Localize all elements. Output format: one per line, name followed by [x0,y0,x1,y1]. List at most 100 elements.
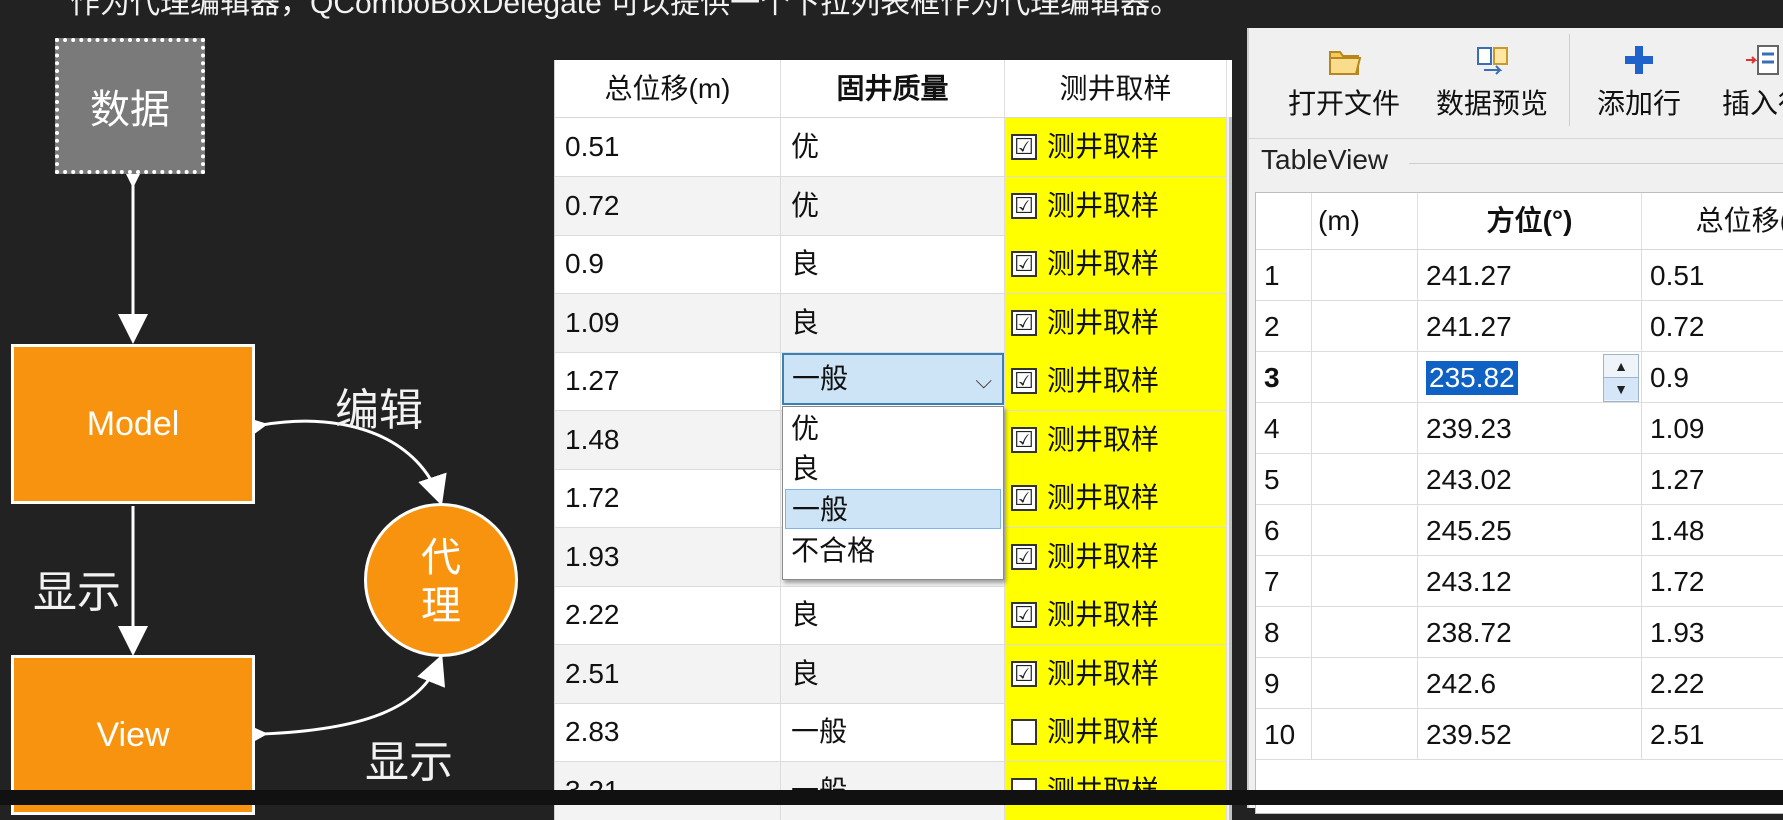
azimuth-cell[interactable]: 245.25 [1418,505,1642,556]
azimuth-cell[interactable]: 243.02 [1418,454,1642,505]
table-row[interactable]: 2.83一般测井取样 [555,703,1232,762]
sampling-cell[interactable]: ☑测井取样 [1005,469,1227,527]
azimuth-spinbox-buttons[interactable]: ▲▼ [1603,354,1639,402]
depth-cell[interactable] [1312,505,1418,556]
table-row[interactable]: 8 238.721.93 [1256,607,1783,658]
sampling-cell[interactable]: ☑测井取样 [1005,352,1227,410]
depth-cell[interactable] [1312,403,1418,454]
col-header-total-displacement[interactable]: 总位移( [1642,193,1783,249]
add-row-button[interactable]: 添加行 [1584,34,1694,130]
depth-cell[interactable] [1312,607,1418,658]
col-header-depth[interactable]: (m) [1312,193,1418,249]
checkbox[interactable]: ☑ [1011,602,1037,628]
displacement-cell[interactable]: 1.09 [555,294,781,352]
depth-cell[interactable] [1312,709,1418,760]
chevron-down-icon[interactable]: ⌵ [975,357,992,405]
col-header-displacement[interactable]: 总位移(m) [555,60,781,117]
total-displacement-cell[interactable]: 1.27 [1642,454,1783,505]
row-header[interactable]: 10 [1256,709,1312,760]
table-row[interactable]: 7243.121.72 [1256,556,1783,607]
sampling-cell[interactable]: ☑测井取样 [1005,411,1227,469]
table-row[interactable]: 0.9良☑测井取样 [555,235,1232,294]
scrollbar-thumb[interactable] [1229,117,1232,820]
checkbox[interactable] [1011,719,1037,745]
table-row[interactable]: 4 239.231.09 [1256,403,1783,454]
total-displacement-cell[interactable]: 1.93 [1642,607,1783,658]
table-row[interactable]: 1.09良☑测井取样 [555,294,1232,353]
displacement-cell[interactable]: 0.72 [555,177,781,235]
dropdown-option-excellent[interactable]: 优 [785,409,1001,449]
checkbox[interactable]: ☑ [1011,427,1037,453]
checkbox[interactable]: ☑ [1011,485,1037,511]
checkbox[interactable]: ☑ [1011,310,1037,336]
displacement-cell[interactable]: 2.83 [555,703,781,761]
displacement-cell[interactable]: 1.72 [555,469,781,527]
sampling-cell[interactable]: ☑测井取样 [1005,118,1227,176]
col-header-quality[interactable]: 固井质量 [781,60,1005,117]
sampling-cell[interactable]: 测井取样 [1005,703,1227,761]
table-row[interactable]: 10 239.522.51 [1256,709,1783,760]
depth-cell[interactable] [1312,658,1418,709]
table-row[interactable]: 2241.270.72 [1256,301,1783,352]
quality-combobox[interactable]: 一般 ⌵ [782,353,1004,405]
table-row[interactable]: 0.51优☑测井取样 [555,118,1232,177]
checkbox[interactable]: ☑ [1011,193,1037,219]
corner-header[interactable] [1256,193,1312,249]
depth-cell[interactable] [1312,556,1418,607]
displacement-cell[interactable]: 0.9 [555,235,781,293]
total-displacement-cell[interactable]: 2.51 [1642,709,1783,760]
checkbox[interactable]: ☑ [1011,661,1037,687]
video-control-bar[interactable] [0,790,1783,805]
azimuth-cell[interactable]: 241.27 [1418,301,1642,352]
col-header-sampling[interactable]: 测井取样 [1005,60,1227,117]
row-header[interactable]: 9 [1256,658,1312,709]
displacement-cell[interactable]: 2.22 [555,586,781,644]
depth-cell[interactable] [1312,352,1418,403]
row-header[interactable]: 6 [1256,505,1312,556]
row-header[interactable]: 4 [1256,403,1312,454]
sampling-cell[interactable]: ☑测井取样 [1005,235,1227,293]
displacement-cell[interactable]: 1.27 [555,352,781,410]
azimuth-cell[interactable]: 243.12 [1418,556,1642,607]
azimuth-cell[interactable]: 241.27 [1418,250,1642,301]
checkbox[interactable]: ☑ [1011,251,1037,277]
table-row[interactable]: 0.72优☑测井取样 [555,177,1232,236]
azimuth-cell[interactable]: 239.23 [1418,403,1642,454]
total-displacement-cell[interactable]: 0.72 [1642,301,1783,352]
quality-cell[interactable]: 良 [781,294,1005,352]
azimuth-cell[interactable]: 238.72 [1418,607,1642,658]
dropdown-option-good[interactable]: 良 [785,449,1001,489]
depth-cell[interactable] [1312,301,1418,352]
displacement-cell[interactable]: 0.51 [555,118,781,176]
open-file-button[interactable]: 打开文件 [1279,34,1409,130]
total-displacement-cell[interactable]: 1.48 [1642,505,1783,556]
spin-down-icon[interactable]: ▼ [1604,377,1638,400]
displacement-cell[interactable]: 1.48 [555,411,781,469]
spin-up-icon[interactable]: ▲ [1604,355,1638,377]
data-preview-button[interactable]: 数据预览 [1427,34,1557,130]
total-displacement-cell[interactable]: 2.22 [1642,658,1783,709]
checkbox[interactable]: ☑ [1011,544,1037,570]
depth-cell[interactable] [1312,454,1418,505]
sampling-cell[interactable]: ☑测井取样 [1005,528,1227,586]
checkbox[interactable]: ☑ [1011,134,1037,160]
displacement-cell[interactable]: 1.93 [555,528,781,586]
row-header[interactable]: 8 [1256,607,1312,658]
col-header-azimuth[interactable]: 方位(°) [1418,193,1642,249]
insert-row-button[interactable]: 插入行 [1709,34,1783,130]
total-displacement-cell[interactable]: 1.72 [1642,556,1783,607]
row-header[interactable]: 5 [1256,454,1312,505]
quality-cell[interactable]: 良 [781,586,1005,644]
table-row[interactable]: 3235.82▲▼0.9 [1256,352,1783,403]
quality-cell[interactable]: 良 [781,645,1005,703]
azimuth-cell[interactable]: 239.52 [1418,709,1642,760]
sampling-cell[interactable]: ☑测井取样 [1005,586,1227,644]
total-displacement-cell[interactable]: 0.51 [1642,250,1783,301]
displacement-cell[interactable]: 2.51 [555,645,781,703]
table-row[interactable]: 5 243.021.27 [1256,454,1783,505]
total-displacement-cell[interactable]: 1.09 [1642,403,1783,454]
row-header[interactable]: 1 [1256,250,1312,301]
sampling-cell[interactable]: ☑测井取样 [1005,645,1227,703]
azimuth-cell[interactable]: 242.6 [1418,658,1642,709]
depth-cell[interactable] [1312,250,1418,301]
